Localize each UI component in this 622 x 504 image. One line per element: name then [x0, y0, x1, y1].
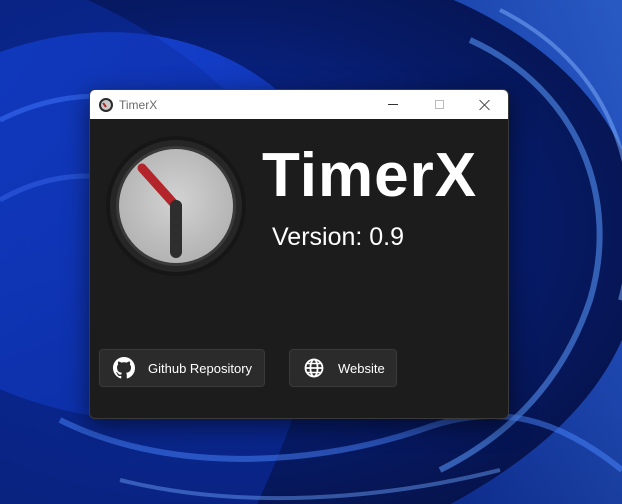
- github-icon: [112, 356, 136, 380]
- website-button-label: Website: [338, 360, 385, 376]
- maximize-button[interactable]: [416, 90, 462, 119]
- minimize-button[interactable]: [370, 90, 416, 119]
- close-button[interactable]: [462, 90, 508, 119]
- title-bar[interactable]: TimerX: [90, 90, 508, 119]
- maximize-icon: [434, 100, 444, 109]
- website-button[interactable]: Website: [289, 349, 397, 387]
- clock-icon: [99, 97, 113, 112]
- window-controls: [370, 90, 508, 119]
- window-title: TimerX: [119, 97, 158, 112]
- app-window: TimerX TimerX Version: 0.9 Github Reposi…: [89, 89, 509, 419]
- close-icon: [479, 99, 491, 111]
- github-button-label: Github Repository: [148, 360, 253, 376]
- app-logo-clock: [106, 136, 246, 276]
- github-repository-button[interactable]: Github Repository: [99, 349, 265, 387]
- about-content: TimerX Version: 0.9 Github Repository We…: [90, 119, 508, 418]
- version-label: Version: 0.9: [272, 223, 405, 251]
- desktop: TimerX TimerX Version: 0.9 Github Reposi…: [0, 0, 622, 504]
- app-name-heading: TimerX: [262, 141, 478, 210]
- minimize-icon: [388, 104, 398, 105]
- globe-icon: [302, 356, 326, 380]
